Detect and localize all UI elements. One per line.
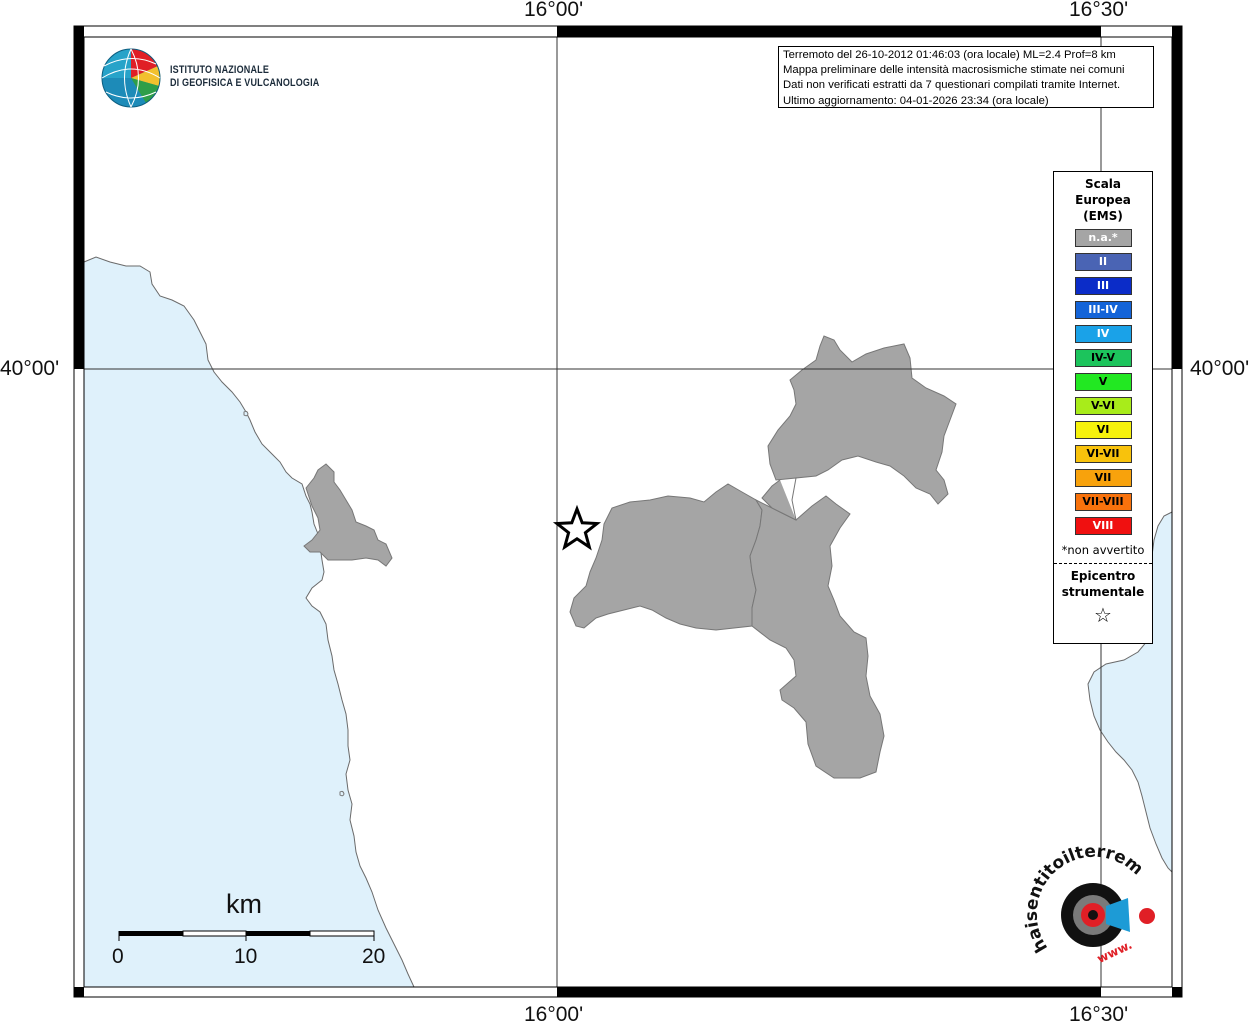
- legend-epicenter-line-1: Epicentro: [1070, 569, 1136, 583]
- lat-tick-left: 40°00': [0, 357, 60, 380]
- frame-segment: [1172, 26, 1182, 37]
- info-line-2: Mappa preliminare delle intensità macros…: [783, 64, 1125, 77]
- legend-title-line-3: (EMS): [1083, 209, 1123, 223]
- lat-tick-right: 40°00': [1190, 357, 1250, 380]
- legend-swatch: n.a.*: [1074, 229, 1132, 247]
- frame-segment: [1172, 37, 1182, 369]
- legend-swatch: V: [1074, 373, 1132, 391]
- legend-swatch: II: [1074, 253, 1132, 271]
- logo-line-1: ISTITUTO NAZIONALE: [170, 64, 270, 76]
- frame-segment: [74, 37, 84, 369]
- legend-swatch: VI: [1074, 421, 1132, 439]
- frame-segment: [557, 26, 1101, 37]
- legend-epicenter-label: Epicentro strumentale: [1054, 568, 1152, 600]
- ingv-logo-text: ISTITUTO NAZIONALE DI GEOFISICA E VULCAN…: [170, 64, 319, 90]
- logo-line-2: DI GEOFISICA E VULCANOLOGIA: [170, 77, 320, 89]
- legend-swatch: IV: [1074, 325, 1132, 343]
- frame-segment: [74, 26, 84, 37]
- legend-swatch: VI-VII: [1074, 445, 1132, 463]
- legend-swatch: III-IV: [1074, 301, 1132, 319]
- legend-swatch: VIII: [1074, 517, 1132, 535]
- legend-swatch: V-VI: [1074, 397, 1132, 415]
- scale-label-20: 20: [362, 945, 386, 968]
- lon-tick-top-left: 16°00': [524, 0, 584, 21]
- legend-note: *non avvertito: [1061, 543, 1145, 557]
- legend-epicenter-line-2: strumentale: [1061, 585, 1145, 599]
- legend-swatch: VII: [1074, 469, 1132, 487]
- legend-swatch: VII-VIII: [1074, 493, 1132, 511]
- ems-legend: Scala Europea (EMS) n.a.* II III III-IV IV IV…: [1053, 171, 1153, 644]
- islet: [243, 410, 249, 417]
- frame-segment: [557, 987, 1101, 997]
- legend-swatch: III: [1074, 277, 1132, 295]
- legend-separator: [1054, 563, 1152, 564]
- frame-segment: [74, 987, 84, 997]
- lon-tick-bottom-left: 16°00': [524, 1003, 584, 1026]
- legend-title-line-1: Scala: [1084, 177, 1122, 191]
- legend-title-line-2: Europea: [1075, 193, 1131, 207]
- lon-tick-top-right: 16°30': [1069, 0, 1129, 21]
- frame-segment: [1172, 987, 1182, 997]
- info-line-3: Dati non verificati estratti da 7 questi…: [783, 79, 1121, 92]
- event-info-box: Terremoto del 26-10-2012 01:46:03 (ora l…: [778, 46, 1154, 108]
- lon-tick-bottom-right: 16°30': [1069, 1003, 1129, 1026]
- islet: [339, 790, 345, 797]
- scale-label-10: 10: [234, 945, 258, 968]
- legend-swatch: IV-V: [1074, 349, 1132, 367]
- legend-swatches: n.a.* II III III-IV IV IV-V V V-VI VI VI-VII VII VI…: [1054, 229, 1152, 535]
- info-line-4: Ultimo aggiornamento: 04-01-2026 23:34 (…: [783, 94, 1049, 107]
- scale-title: km: [226, 889, 262, 919]
- info-line-1: Terremoto del 26-10-2012 01:46:03 (ora l…: [783, 49, 1116, 61]
- ingv-logo-globe: [101, 48, 161, 108]
- scale-label-0: 0: [112, 945, 124, 968]
- legend-epicenter-star-icon: ☆: [1094, 603, 1112, 627]
- legend-title: Scala Europea (EMS): [1054, 176, 1152, 224]
